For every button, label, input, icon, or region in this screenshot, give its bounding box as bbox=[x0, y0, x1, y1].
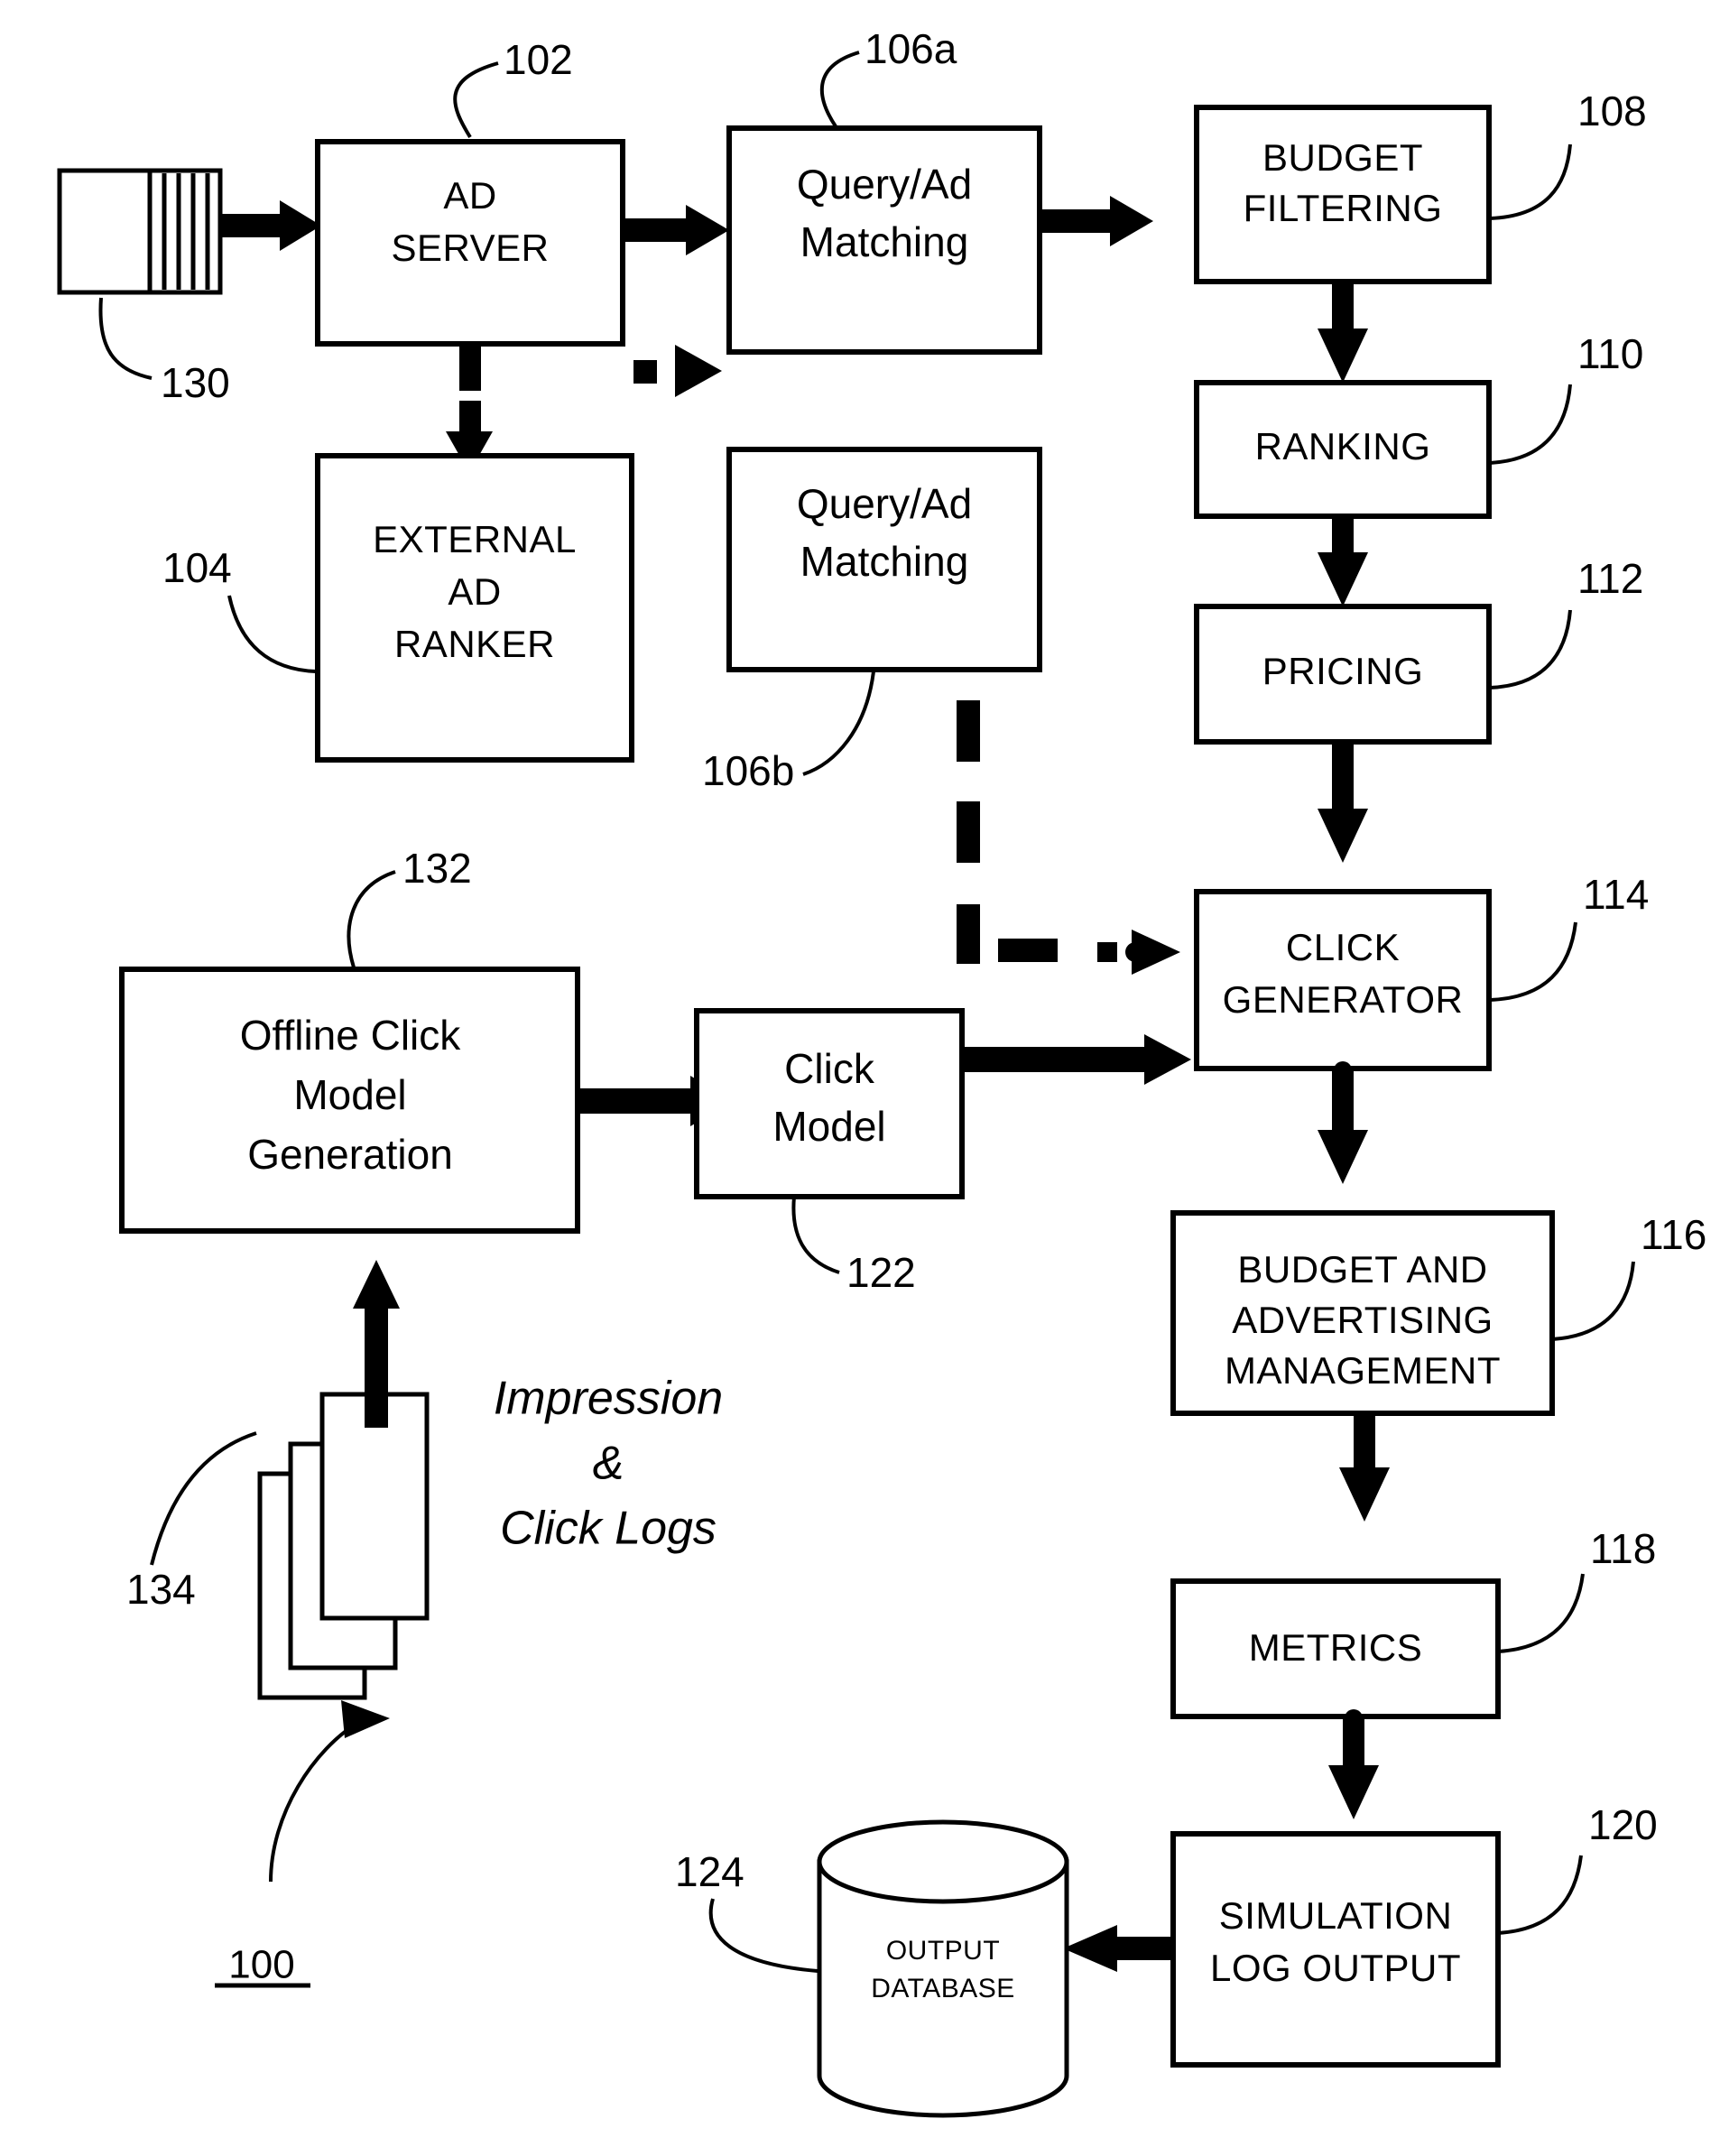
ref-number-124: 124 bbox=[675, 1848, 744, 1895]
arrow-pricing-to-click-generator bbox=[1318, 742, 1368, 863]
node-budget-advertising-management: BUDGET AND ADVERTISING MANAGEMENT bbox=[1170, 1210, 1555, 1416]
click-model-label-line2: Model bbox=[772, 1103, 885, 1150]
leader-116 bbox=[1551, 1261, 1635, 1341]
leader-110 bbox=[1488, 384, 1572, 465]
ref-number-134: 134 bbox=[126, 1566, 196, 1613]
patent-figure: 130 AD SERVER 102 Query/Ad Matching 106a… bbox=[0, 0, 1720, 2156]
node-budget-filtering: BUDGET FILTERING bbox=[1194, 105, 1492, 284]
ad-server-label-line1: AD bbox=[443, 174, 496, 217]
simulation-log-output-label-line1: SIMULATION bbox=[1219, 1894, 1453, 1937]
input-documents-icon bbox=[57, 168, 223, 295]
node-metrics: METRICS bbox=[1170, 1578, 1501, 1719]
arrow-query-ad-matching-a-to-budget-filtering bbox=[1040, 196, 1153, 246]
ref-number-120: 120 bbox=[1588, 1801, 1658, 1848]
ref-number-130: 130 bbox=[161, 359, 230, 406]
impression-click-logs-label-line1: Impression bbox=[494, 1373, 723, 1425]
arrow-budget-management-to-metrics bbox=[1339, 1413, 1390, 1522]
output-database-label-line2: DATABASE bbox=[871, 1974, 1015, 2003]
arrow-docs-to-ad-server bbox=[220, 200, 321, 251]
node-offline-click-model-generation: Offline Click Model Generation bbox=[119, 967, 580, 1234]
arrow-ranking-to-pricing bbox=[1318, 516, 1368, 606]
node-click-generator: CLICK GENERATOR bbox=[1194, 889, 1492, 1071]
figure-pointer-arrow bbox=[269, 1700, 390, 1883]
leader-132 bbox=[347, 870, 396, 968]
output-database-label-line1: OUTPUT bbox=[886, 1936, 1000, 1966]
leader-102 bbox=[453, 61, 499, 139]
leader-106a bbox=[819, 51, 860, 128]
ref-number-106a: 106a bbox=[865, 25, 957, 72]
ref-number-116: 116 bbox=[1641, 1211, 1706, 1258]
leader-130 bbox=[98, 297, 153, 380]
ref-number-114: 114 bbox=[1583, 871, 1649, 918]
leader-134 bbox=[150, 1431, 257, 1566]
leader-118 bbox=[1497, 1573, 1585, 1653]
external-ad-ranker-label-line3: RANKER bbox=[394, 623, 555, 665]
ref-number-112: 112 bbox=[1577, 555, 1643, 602]
external-ad-ranker-label-line2: AD bbox=[448, 570, 501, 613]
click-generator-label-line2: GENERATOR bbox=[1223, 978, 1464, 1021]
ref-number-118: 118 bbox=[1590, 1525, 1656, 1572]
query-ad-matching-a-label-line2: Matching bbox=[800, 218, 969, 265]
ref-number-132: 132 bbox=[402, 845, 472, 892]
leader-106b bbox=[802, 671, 875, 776]
leader-124 bbox=[708, 1898, 818, 1973]
impression-click-logs-label-line3: Click Logs bbox=[500, 1503, 717, 1555]
offline-click-model-generation-label-line1: Offline Click bbox=[240, 1012, 462, 1059]
impression-click-logs-icon bbox=[257, 1392, 430, 1700]
node-ranking: RANKING bbox=[1194, 380, 1492, 519]
arrow-metrics-to-simulation-log-output bbox=[1328, 1709, 1379, 1819]
ref-number-104: 104 bbox=[162, 544, 232, 591]
leader-104 bbox=[227, 595, 317, 673]
node-query-ad-matching-b: Query/Ad Matching bbox=[726, 447, 1042, 672]
node-query-ad-matching-a: Query/Ad Matching bbox=[726, 125, 1042, 355]
offline-click-model-generation-label-line2: Model bbox=[293, 1071, 406, 1118]
node-pricing: PRICING bbox=[1194, 604, 1492, 745]
arrow-click-generator-to-budget-advertising-management bbox=[1318, 1061, 1368, 1184]
arrow-simulation-log-output-to-output-database bbox=[1063, 1925, 1173, 1972]
node-external-ad-ranker: EXTERNAL AD RANKER bbox=[315, 453, 634, 763]
query-ad-matching-b-label-line2: Matching bbox=[800, 538, 969, 585]
arrow-ad-server-to-query-ad-matching-a bbox=[623, 205, 729, 255]
ref-number-108: 108 bbox=[1577, 88, 1647, 134]
simulation-log-output-label-line2: LOG OUTPUT bbox=[1210, 1947, 1461, 1989]
budget-advertising-management-label-line3: MANAGEMENT bbox=[1225, 1349, 1501, 1392]
figure-number-100: 100 bbox=[228, 1943, 294, 1987]
node-simulation-log-output: SIMULATION LOG OUTPUT bbox=[1170, 1831, 1501, 2068]
leader-108 bbox=[1488, 143, 1572, 220]
metrics-label: METRICS bbox=[1249, 1626, 1423, 1669]
node-ad-server: AD SERVER bbox=[315, 139, 625, 347]
ref-number-102: 102 bbox=[504, 36, 573, 83]
impression-click-logs-label-line2: & bbox=[593, 1438, 624, 1490]
ref-number-110: 110 bbox=[1577, 330, 1643, 377]
leader-114 bbox=[1488, 921, 1577, 1002]
click-model-label-line1: Click bbox=[784, 1045, 875, 1092]
node-click-model: Click Model bbox=[694, 1008, 965, 1199]
query-ad-matching-a-label-line1: Query/Ad bbox=[797, 161, 972, 208]
arrow-budget-filtering-to-ranking bbox=[1318, 282, 1368, 383]
diagram-canvas: 130 AD SERVER 102 Query/Ad Matching 106a… bbox=[57, 25, 1706, 2118]
external-ad-ranker-label-line1: EXTERNAL bbox=[373, 518, 577, 560]
budget-filtering-label-line1: BUDGET bbox=[1262, 136, 1423, 179]
leader-120 bbox=[1497, 1855, 1583, 1935]
budget-advertising-management-label-line1: BUDGET AND bbox=[1237, 1248, 1487, 1291]
dashed-path-query-ad-matching-b-to-click-generator bbox=[957, 700, 1180, 975]
ref-number-122: 122 bbox=[846, 1249, 916, 1296]
budget-filtering-label-line2: FILTERING bbox=[1244, 187, 1443, 229]
node-output-database: OUTPUT DATABASE bbox=[817, 1819, 1069, 2118]
arrow-click-model-to-click-generator bbox=[962, 1034, 1191, 1085]
dashed-arrow-ranker-to-query-ad-matching-b bbox=[633, 345, 722, 397]
ranking-label: RANKING bbox=[1255, 425, 1431, 467]
query-ad-matching-b-label-line1: Query/Ad bbox=[797, 480, 972, 527]
ad-server-label-line2: SERVER bbox=[392, 227, 550, 269]
budget-advertising-management-label-line2: ADVERTISING bbox=[1232, 1299, 1493, 1341]
ref-number-106b: 106b bbox=[702, 747, 794, 794]
pricing-label: PRICING bbox=[1262, 650, 1424, 692]
leader-122 bbox=[791, 1196, 840, 1274]
offline-click-model-generation-label-line3: Generation bbox=[247, 1131, 453, 1178]
leader-112 bbox=[1488, 609, 1572, 689]
click-generator-label-line1: CLICK bbox=[1286, 926, 1400, 968]
